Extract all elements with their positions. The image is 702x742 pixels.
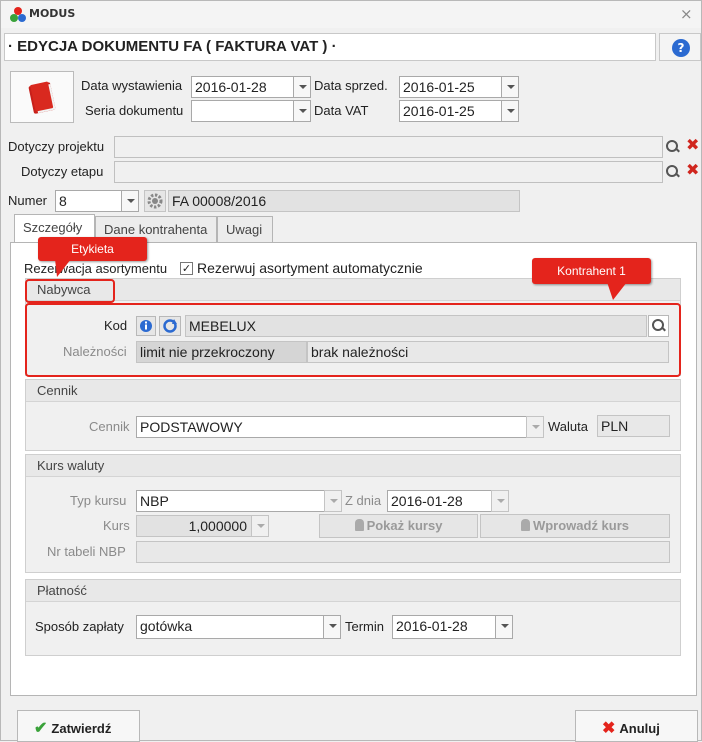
typ-kursu-dropdown[interactable] bbox=[324, 490, 342, 512]
person-icon bbox=[354, 519, 364, 531]
gear-icon bbox=[147, 193, 163, 209]
data-sprzed-dropdown[interactable] bbox=[501, 76, 519, 98]
etap-label: Dotyczy etapu bbox=[21, 164, 104, 179]
data-vat-dropdown[interactable] bbox=[501, 100, 519, 122]
wprowadz-kurs-label: Wprowadź kurs bbox=[532, 518, 630, 533]
dialog-window: MODUS × · EDYCJA DOKUMENTU FA ( FAKTURA … bbox=[0, 0, 702, 742]
kontrahent-callout: Kontrahent 1 bbox=[532, 258, 651, 284]
termin-dropdown[interactable] bbox=[495, 615, 513, 639]
data-wystawienia-field[interactable]: 2016-01-28 bbox=[191, 76, 294, 98]
data-sprzed-label: Data sprzed. bbox=[314, 78, 388, 93]
sposob-zaplaty-label: Sposób zapłaty bbox=[35, 619, 124, 634]
book-icon bbox=[28, 81, 56, 114]
z-dnia-field[interactable]: 2016-01-28 bbox=[387, 490, 492, 512]
rezerwacja-label: Rezerwacja asortymentu bbox=[24, 261, 168, 276]
data-vat-field[interactable]: 2016-01-25 bbox=[399, 100, 502, 122]
seria-dropdown[interactable] bbox=[293, 100, 311, 122]
data-sprzed-field[interactable]: 2016-01-25 bbox=[399, 76, 502, 98]
app-name: MODUS bbox=[29, 7, 76, 20]
wprowadz-kurs-button[interactable]: Wprowadź kurs bbox=[480, 514, 670, 538]
waluta-field: PLN bbox=[597, 415, 670, 437]
zatwierdz-button[interactable]: ✔ Zatwierdź bbox=[17, 710, 140, 742]
document-type-button[interactable] bbox=[10, 71, 74, 123]
help-icon: ? bbox=[672, 39, 690, 57]
cennik-section: Cennik bbox=[25, 379, 681, 451]
etap-field[interactable] bbox=[114, 161, 663, 183]
data-vat-label: Data VAT bbox=[314, 103, 369, 118]
z-dnia-dropdown[interactable] bbox=[491, 490, 509, 512]
pokaz-kursy-button[interactable]: Pokaż kursy bbox=[319, 514, 478, 538]
rezerwuj-checkbox[interactable]: ✓ bbox=[180, 262, 193, 275]
close-icon[interactable]: × bbox=[680, 5, 693, 23]
platnosc-section: Płatność bbox=[25, 579, 681, 656]
termin-label: Termin bbox=[345, 619, 385, 634]
waluta-label: Waluta bbox=[548, 419, 588, 434]
numer-settings-button[interactable] bbox=[144, 190, 166, 212]
numer-label: Numer bbox=[8, 193, 48, 208]
search-icon[interactable] bbox=[666, 165, 680, 179]
nr-tabeli-label: Nr tabeli NBP bbox=[47, 544, 126, 559]
typ-kursu-label: Typ kursu bbox=[70, 493, 127, 508]
numer-dropdown[interactable] bbox=[121, 190, 139, 212]
z-dnia-label: Z dnia bbox=[345, 493, 382, 508]
tab-uwagi[interactable]: Uwagi bbox=[217, 216, 273, 242]
zatwierdz-label: Zatwierdź bbox=[51, 721, 112, 736]
anuluj-button[interactable]: ✖ Anuluj bbox=[575, 710, 698, 742]
kurs-label: Kurs bbox=[103, 518, 130, 533]
projekt-label: Dotyczy projektu bbox=[8, 139, 105, 154]
rezerwuj-checkbox-label[interactable]: Rezerwuj asortyment automatycznie bbox=[197, 260, 423, 276]
cennik-title: Cennik bbox=[26, 380, 680, 402]
document-title: · EDYCJA DOKUMENTU FA ( FAKTURA VAT ) · bbox=[4, 33, 656, 61]
numer-full-field: FA 00008/2016 bbox=[168, 190, 520, 212]
typ-kursu-field[interactable]: NBP bbox=[136, 490, 325, 512]
kontrahent-pointer bbox=[607, 282, 627, 300]
clear-icon[interactable]: ✖ bbox=[686, 160, 699, 179]
etykieta-callout: Etykieta bbox=[38, 237, 147, 261]
numer-field[interactable]: 8 bbox=[55, 190, 122, 212]
data-wystawienia-dropdown[interactable] bbox=[293, 76, 311, 98]
seria-field[interactable] bbox=[191, 100, 294, 122]
nr-tabeli-field bbox=[136, 541, 670, 563]
help-button[interactable]: ? bbox=[659, 33, 701, 61]
clear-icon[interactable]: ✖ bbox=[686, 135, 699, 154]
search-icon[interactable] bbox=[666, 140, 680, 154]
modus-logo-icon bbox=[10, 7, 26, 22]
title-bar: MODUS × bbox=[1, 1, 701, 28]
cancel-icon: ✖ bbox=[602, 720, 616, 737]
etykieta-pointer bbox=[55, 259, 71, 277]
cennik-dropdown[interactable] bbox=[526, 416, 544, 438]
projekt-field[interactable] bbox=[114, 136, 663, 158]
checkmark-icon: ✔ bbox=[34, 720, 48, 737]
sposob-zaplaty-dropdown[interactable] bbox=[323, 615, 341, 639]
data-wystawienia-label: Data wystawienia bbox=[81, 78, 183, 93]
platnosc-title: Płatność bbox=[26, 580, 680, 602]
kurs-dropdown[interactable] bbox=[251, 515, 269, 537]
anuluj-label: Anuluj bbox=[619, 721, 660, 736]
pokaz-kursy-label: Pokaż kursy bbox=[366, 518, 443, 533]
cennik-label: Cennik bbox=[89, 419, 130, 434]
seria-label: Seria dokumentu bbox=[85, 103, 184, 118]
kurs-title: Kurs waluty bbox=[26, 455, 680, 477]
kurs-field: 1,000000 bbox=[136, 515, 252, 537]
nabywca-highlight bbox=[25, 279, 115, 303]
cennik-field[interactable]: PODSTAWOWY bbox=[136, 416, 527, 438]
kontrahent-highlight bbox=[25, 303, 681, 377]
sposob-zaplaty-field[interactable]: gotówka bbox=[136, 615, 324, 639]
termin-field[interactable]: 2016-01-28 bbox=[392, 615, 496, 639]
person-icon bbox=[520, 519, 530, 531]
